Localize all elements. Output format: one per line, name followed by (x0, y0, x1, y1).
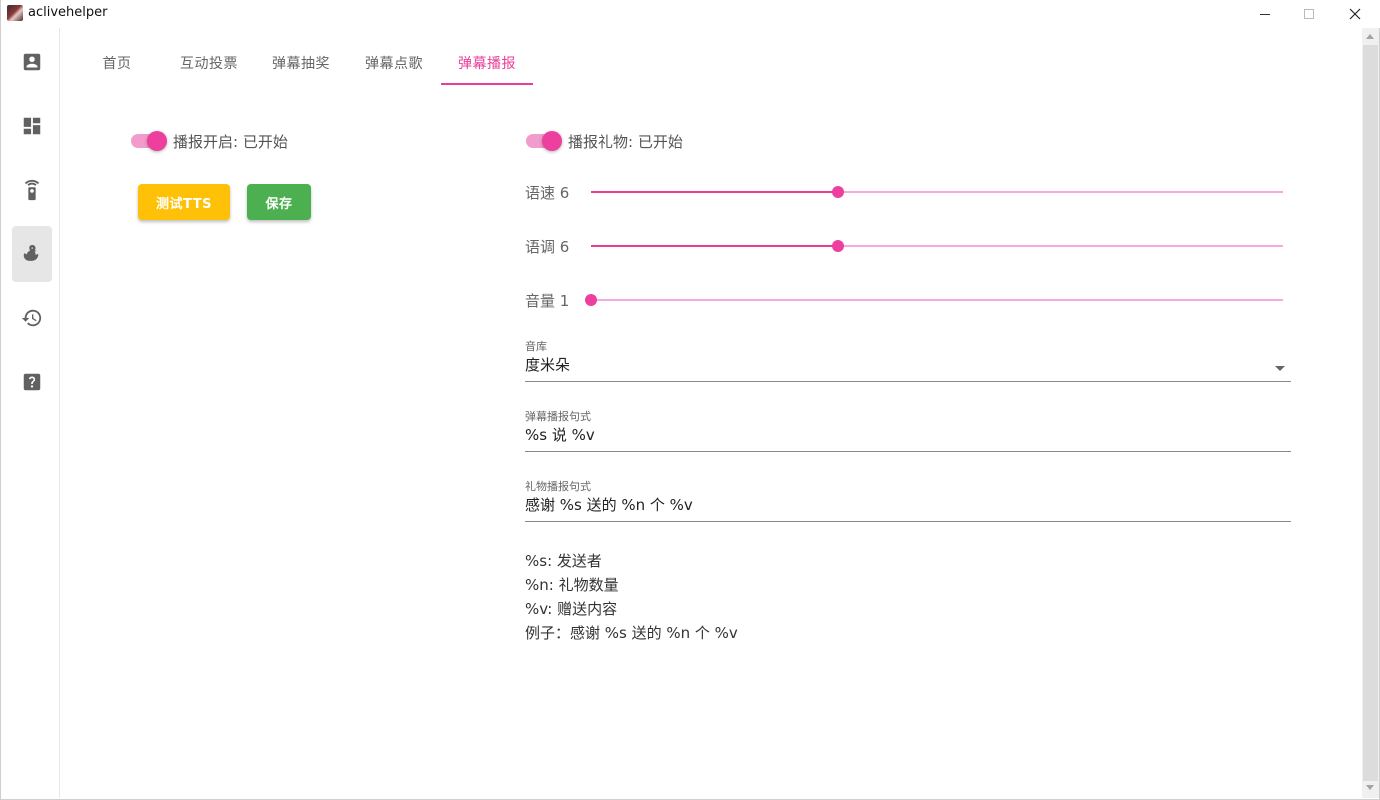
scrollbar-thumb[interactable] (1363, 45, 1378, 781)
tab-vote[interactable]: 互动投票 (163, 40, 255, 86)
tab-lottery[interactable]: 弹幕抽奖 (255, 40, 347, 86)
voice-select-label: 音库 (525, 340, 547, 353)
speed-slider[interactable] (591, 186, 1283, 198)
gift-format-field[interactable]: 礼物播报句式 感谢 %s 送的 %n 个 %v (525, 480, 1291, 522)
danmaku-format-input[interactable]: %s 说 %v (525, 424, 1291, 451)
slider-thumb[interactable] (832, 186, 845, 198)
sidebar-item-duck[interactable] (12, 226, 52, 282)
sidebar-item-remote[interactable] (12, 162, 52, 218)
slider-fill (591, 245, 839, 247)
minimize-icon (1260, 13, 1270, 15)
speed-label: 语速 6 (525, 184, 570, 202)
broadcast-switch[interactable] (129, 129, 169, 153)
remote-icon (24, 179, 40, 201)
sidebar-item-account[interactable] (12, 34, 52, 90)
chevron-down-icon[interactable] (1275, 366, 1285, 371)
gift-broadcast-toggle[interactable]: 播报礼物: 已开始 (524, 129, 683, 153)
voice-select[interactable]: 音库 度米朵 (525, 340, 1291, 382)
sidebar-item-dashboard[interactable] (12, 98, 52, 154)
gift-format-label: 礼物播报句式 (525, 480, 591, 493)
maximize-button[interactable] (1286, 0, 1332, 28)
minimize-button[interactable] (1242, 0, 1288, 28)
tab-broadcast[interactable]: 弹幕播报 (441, 40, 533, 86)
gift-format-input[interactable]: 感谢 %s 送的 %n 个 %v (525, 494, 1291, 521)
danmaku-format-field[interactable]: 弹幕播报句式 %s 说 %v (525, 410, 1291, 452)
tab-song-request[interactable]: 弹幕点歌 (348, 40, 440, 86)
test-tts-button[interactable]: 测试TTS (138, 184, 230, 220)
volume-slider-row: 音量 1 (525, 285, 1285, 315)
tab-indicator (441, 83, 533, 85)
close-button[interactable] (1332, 0, 1378, 28)
switch-thumb (542, 131, 562, 151)
duck-icon (23, 244, 39, 261)
scroll-down-icon[interactable] (1366, 785, 1374, 790)
app-window: aclivehelper 首页 互动投票 弹幕抽奖 弹幕点歌 弹幕播报 播报开启… (0, 0, 1380, 800)
voice-select-value[interactable]: 度米朵 (525, 354, 1291, 381)
switch-thumb (147, 131, 167, 151)
close-icon (1349, 8, 1361, 20)
gift-broadcast-switch[interactable] (524, 129, 564, 153)
help-line: %n: 礼物数量 (525, 576, 619, 594)
format-help: %s: 发送者 %n: 礼物数量 %v: 赠送内容 例子：感谢 %s 送的 %n… (525, 549, 738, 645)
pitch-slider[interactable] (591, 240, 1283, 252)
vertical-scrollbar[interactable] (1362, 28, 1379, 798)
pitch-slider-row: 语调 6 (525, 231, 1285, 261)
save-button[interactable]: 保存 (247, 184, 311, 220)
sidebar-item-history[interactable] (12, 290, 52, 346)
gift-toggle-label: 播报礼物: 已开始 (568, 132, 683, 151)
dashboard-icon (23, 117, 41, 135)
pitch-label: 语调 6 (525, 238, 570, 256)
title-bar: aclivehelper (1, 0, 1380, 28)
danmaku-format-label: 弹幕播报句式 (525, 410, 591, 423)
slider-fill (591, 191, 839, 193)
slider-thumb[interactable] (585, 294, 597, 306)
maximize-icon (1304, 9, 1314, 19)
help-line: 例子：感谢 %s 送的 %n 个 %v (525, 624, 738, 642)
tab-home[interactable]: 首页 (71, 40, 163, 86)
sidebar (2, 28, 60, 798)
window-title: aclivehelper (28, 5, 108, 20)
sidebar-item-help[interactable] (12, 354, 52, 410)
broadcast-toggle[interactable]: 播报开启: 已开始 (129, 129, 288, 153)
broadcast-toggle-label: 播报开启: 已开始 (173, 132, 288, 151)
app-logo-icon (7, 5, 23, 21)
account-box-icon (23, 53, 41, 71)
scroll-up-icon[interactable] (1366, 34, 1374, 39)
speed-slider-row: 语速 6 (525, 177, 1285, 207)
volume-label: 音量 1 (525, 292, 570, 310)
volume-slider[interactable] (585, 294, 1283, 306)
help-icon (23, 373, 41, 391)
slider-thumb[interactable] (832, 240, 845, 252)
help-line: %s: 发送者 (525, 552, 602, 570)
help-line: %v: 赠送内容 (525, 600, 618, 618)
history-icon (21, 309, 42, 327)
